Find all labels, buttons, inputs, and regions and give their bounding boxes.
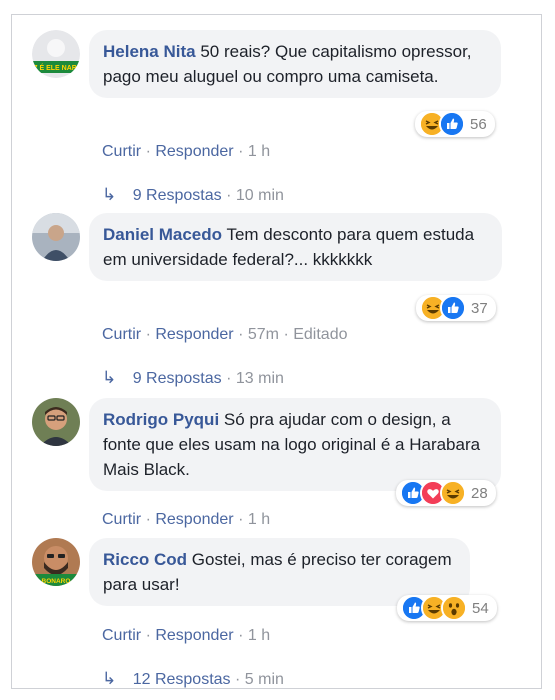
avatar-image: BONARO bbox=[32, 538, 80, 586]
view-replies[interactable]: ↳ 9 Respostas · 10 min bbox=[102, 185, 284, 205]
like-link[interactable]: Curtir bbox=[102, 143, 141, 160]
comment-author[interactable]: Ricco Cod bbox=[103, 550, 187, 569]
like-icon bbox=[440, 295, 466, 321]
separator: · bbox=[145, 627, 151, 644]
separator: · bbox=[238, 511, 244, 528]
separator: · bbox=[226, 370, 232, 387]
replies-timestamp: 10 min bbox=[235, 187, 284, 204]
separator: · bbox=[238, 326, 244, 343]
separator: · bbox=[145, 511, 151, 528]
separator: · bbox=[145, 143, 151, 160]
like-link[interactable]: Curtir bbox=[102, 326, 141, 343]
reaction-count: 54 bbox=[472, 599, 489, 617]
comment-actions: Curtir · Responder · 1 h bbox=[102, 511, 270, 529]
avatar-image: 17 É ELE NARO bbox=[32, 30, 80, 78]
view-replies[interactable]: ↳ 12 Respostas · 5 min bbox=[102, 669, 284, 689]
replies-link[interactable]: 9 Respostas bbox=[133, 187, 222, 204]
like-link[interactable]: Curtir bbox=[102, 511, 141, 528]
like-link[interactable]: Curtir bbox=[102, 627, 141, 644]
avatar[interactable] bbox=[32, 213, 80, 261]
comments-panel: 17 É ELE NARO Helena Nita 50 reais? Que … bbox=[11, 14, 542, 689]
avatar[interactable]: BONARO bbox=[32, 538, 80, 586]
reply-arrow-icon: ↳ bbox=[102, 185, 117, 204]
comment-bubble: Daniel Macedo Tem desconto para quem est… bbox=[89, 213, 502, 281]
reaction-summary[interactable]: 28 bbox=[396, 480, 496, 506]
like-icon bbox=[439, 111, 465, 137]
reply-arrow-icon: ↳ bbox=[102, 669, 117, 688]
comment-timestamp[interactable]: 1 h bbox=[248, 511, 270, 528]
reaction-count: 37 bbox=[471, 299, 488, 317]
separator: · bbox=[145, 326, 151, 343]
comment-bubble: Helena Nita 50 reais? Que capitalismo op… bbox=[89, 30, 501, 98]
separator: · bbox=[238, 143, 244, 160]
avatar[interactable]: 17 É ELE NARO bbox=[32, 30, 80, 78]
reaction-summary[interactable]: 37 bbox=[416, 295, 496, 321]
comment-author[interactable]: Rodrigo Pyqui bbox=[103, 410, 219, 429]
wow-icon bbox=[441, 595, 467, 621]
edited-label[interactable]: Editado bbox=[293, 326, 347, 343]
comment-author[interactable]: Daniel Macedo bbox=[103, 225, 222, 244]
comment-author[interactable]: Helena Nita bbox=[103, 42, 196, 61]
replies-link[interactable]: 9 Respostas bbox=[133, 370, 222, 387]
reply-link[interactable]: Responder bbox=[155, 143, 233, 160]
avatar-badge-text: 17 É ELE NARO bbox=[32, 63, 80, 72]
comment-bubble: Rodrigo Pyqui Só pra ajudar com o design… bbox=[89, 398, 501, 491]
replies-timestamp: 13 min bbox=[235, 370, 284, 387]
reply-link[interactable]: Responder bbox=[155, 511, 233, 528]
comment-actions: Curtir · Responder · 1 h bbox=[102, 627, 270, 645]
comment-timestamp[interactable]: 1 h bbox=[248, 143, 270, 160]
avatar-image bbox=[32, 398, 80, 446]
reaction-count: 28 bbox=[471, 484, 488, 502]
reaction-count: 56 bbox=[470, 115, 487, 133]
comment-timestamp[interactable]: 1 h bbox=[248, 627, 270, 644]
reaction-summary[interactable]: 54 bbox=[397, 595, 497, 621]
view-replies[interactable]: ↳ 9 Respostas · 13 min bbox=[102, 368, 284, 388]
reply-arrow-icon: ↳ bbox=[102, 368, 117, 387]
separator: · bbox=[226, 187, 232, 204]
haha-icon bbox=[440, 480, 466, 506]
separator: · bbox=[238, 627, 244, 644]
reaction-summary[interactable]: 56 bbox=[415, 111, 495, 137]
reply-link[interactable]: Responder bbox=[155, 627, 233, 644]
avatar-image bbox=[32, 213, 80, 261]
reply-link[interactable]: Responder bbox=[155, 326, 233, 343]
separator: · bbox=[235, 671, 241, 688]
avatar[interactable] bbox=[32, 398, 80, 446]
replies-timestamp: 5 min bbox=[244, 671, 284, 688]
replies-link[interactable]: 12 Respostas bbox=[133, 671, 231, 688]
comment-actions: Curtir · Responder · 57m · Editado bbox=[102, 326, 347, 344]
separator: · bbox=[283, 326, 289, 343]
comment-timestamp[interactable]: 57m bbox=[248, 326, 279, 343]
comment-actions: Curtir · Responder · 1 h bbox=[102, 143, 270, 161]
avatar-badge-text: BONARO bbox=[42, 578, 71, 585]
